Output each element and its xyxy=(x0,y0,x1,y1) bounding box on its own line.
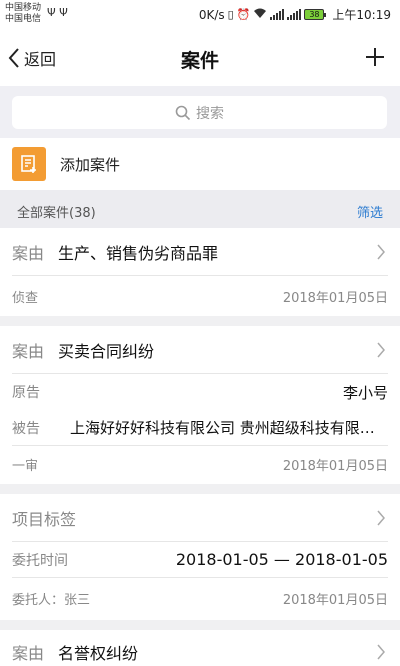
status-bar: 中国移动 中国电信 Ψ Ψ 0K/s ▯ ⏰ 38 上午10:19 xyxy=(0,0,400,30)
carrier-info: 中国移动 中国电信 xyxy=(5,3,41,25)
search-placeholder: 搜索 xyxy=(196,105,224,122)
search-section: 搜索 xyxy=(0,86,400,138)
wifi-icon xyxy=(253,8,267,22)
cause-label: 案由 xyxy=(12,243,45,263)
cause-value: 生产、销售伪劣商品罪 xyxy=(58,243,219,263)
project-tag-label: 项目标签 xyxy=(12,509,77,529)
case-meta-row: 一审 2018年01月05日 xyxy=(12,446,388,483)
signal-icon-1 xyxy=(270,9,285,20)
document-add-icon xyxy=(12,147,46,181)
carrier-name-1: 中国移动 xyxy=(5,3,42,13)
case-card[interactable]: 案由 买卖合同纠纷 原告 李小号 被告 上海好好好科技有限公司 贵州超级科技有限… xyxy=(0,326,400,484)
plaintiff-row: 原告 李小号 xyxy=(12,374,388,410)
client-name: 委托人：张三 xyxy=(12,592,91,608)
chevron-right-icon xyxy=(377,342,385,357)
defendant-label: 被告 xyxy=(12,420,40,437)
case-date: 2018年01月05日 xyxy=(282,290,388,306)
page-title: 案件 xyxy=(180,50,219,72)
case-meta-row: 侦查 2018年01月05日 xyxy=(12,276,388,316)
entrust-time-label: 委托时间 xyxy=(12,552,68,569)
project-card[interactable]: 项目标签 委托时间 2018-01-05 — 2018-01-05 委托人：张三… xyxy=(0,494,400,620)
navigation-bar: 返回 案件 xyxy=(0,30,400,86)
case-list-header: 全部案件(38) 筛选 xyxy=(0,190,400,228)
case-cause-row[interactable]: 案由 生产、销售伪劣商品罪 xyxy=(12,228,388,276)
clock: 上午10:19 xyxy=(332,8,391,22)
defendant-value: 上海好好好科技有限公司 贵州超级科技有限公司 xyxy=(70,419,388,437)
case-stage: 一审 xyxy=(12,459,39,474)
add-case-label: 添加案件 xyxy=(60,155,121,174)
chevron-right-icon xyxy=(377,510,385,525)
status-indicators: 0K/s ▯ ⏰ 38 上午10:19 xyxy=(199,6,391,23)
usb-icon: Ψ Ψ xyxy=(47,6,68,19)
search-input[interactable]: 搜索 xyxy=(12,96,387,129)
case-date: 2018年01月05日 xyxy=(282,459,388,474)
case-count: 全部案件(38) xyxy=(17,206,96,221)
cause-value: 买卖合同纠纷 xyxy=(58,341,155,361)
signal-icon-2 xyxy=(287,9,302,20)
chevron-right-icon xyxy=(377,244,385,259)
case-date: 2018年01月05日 xyxy=(282,592,388,608)
add-case-button[interactable]: 添加案件 xyxy=(0,138,400,190)
cause-value: 名誉权纠纷 xyxy=(58,644,139,663)
cause-label: 案由 xyxy=(12,341,45,361)
case-cause-row[interactable]: 案由 名誉权纠纷 xyxy=(12,630,388,666)
plaintiff-label: 原告 xyxy=(12,385,40,401)
filter-button[interactable]: 筛选 xyxy=(357,202,383,221)
project-tag-row[interactable]: 项目标签 xyxy=(12,494,388,542)
plaintiff-value: 李小号 xyxy=(342,383,388,402)
search-icon xyxy=(175,105,191,120)
cause-label: 案由 xyxy=(12,644,45,663)
case-cause-row[interactable]: 案由 买卖合同纠纷 xyxy=(12,326,388,374)
network-speed: 0K/s xyxy=(198,7,225,22)
defendant-row: 被告 上海好好好科技有限公司 贵州超级科技有限公司 xyxy=(12,410,388,446)
carrier-name-2: 中国电信 xyxy=(5,14,42,24)
entrust-time-value: 2018-01-05 — 2018-01-05 xyxy=(175,550,388,569)
chevron-right-icon xyxy=(377,644,385,660)
case-stage: 侦查 xyxy=(12,290,39,306)
alarm-icon: ⏰ xyxy=(236,8,251,21)
battery-icon: 38 xyxy=(304,9,327,20)
case-card[interactable]: 案由 生产、销售伪劣商品罪 侦查 2018年01月05日 xyxy=(0,228,400,316)
entrust-time-row: 委托时间 2018-01-05 — 2018-01-05 xyxy=(12,542,388,578)
case-card[interactable]: 案由 名誉权纠纷 xyxy=(0,630,400,666)
vibrate-icon: ▯ xyxy=(227,8,234,21)
client-row: 委托人：张三 2018年01月05日 xyxy=(12,578,388,618)
plus-icon[interactable] xyxy=(364,46,386,68)
